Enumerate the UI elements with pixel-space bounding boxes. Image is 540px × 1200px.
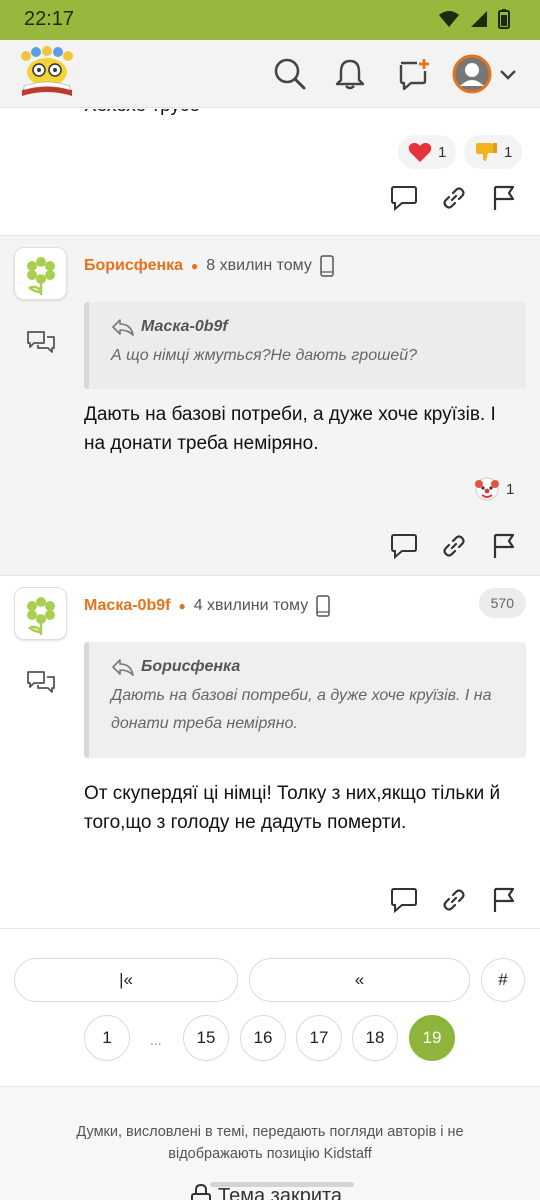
post-body-cut: Хехехе трусо bbox=[84, 109, 200, 117]
reaction-count: 1 bbox=[506, 480, 515, 498]
lock-icon bbox=[191, 1183, 211, 1200]
author-name[interactable]: Борисфенка bbox=[84, 257, 183, 275]
status-icons bbox=[438, 9, 510, 29]
app-header bbox=[0, 40, 540, 108]
search-button[interactable] bbox=[268, 52, 312, 96]
avatar[interactable] bbox=[14, 587, 67, 640]
heart-icon bbox=[408, 142, 432, 162]
quote-author[interactable]: Борисфенка bbox=[111, 658, 512, 676]
signal-icon bbox=[471, 11, 487, 27]
reaction-count: 1 bbox=[504, 143, 513, 161]
reply-arrow-icon bbox=[112, 319, 134, 336]
flower-avatar-icon bbox=[26, 256, 55, 295]
post: Маска-0b9f ● 4 хвилини тому 570 Борисфен… bbox=[0, 576, 540, 929]
post-actions bbox=[390, 184, 518, 212]
reply-button[interactable] bbox=[390, 184, 418, 212]
flower-avatar-icon bbox=[26, 596, 55, 635]
flag-icon bbox=[493, 887, 515, 912]
post-actions bbox=[390, 532, 518, 560]
online-dot: ● bbox=[191, 259, 199, 273]
notifications-button[interactable] bbox=[328, 52, 372, 96]
reaction-count: 1 bbox=[438, 143, 447, 161]
post-meta: Маска-0b9f ● 4 хвилини тому bbox=[84, 595, 330, 617]
status-bar: 22:17 bbox=[0, 0, 540, 40]
share-link-button[interactable] bbox=[440, 886, 468, 914]
gesture-handle bbox=[210, 1182, 354, 1187]
author-name[interactable]: Маска-0b9f bbox=[84, 597, 170, 615]
wifi-icon bbox=[439, 11, 459, 27]
kidstaff-logo[interactable] bbox=[16, 46, 78, 100]
comment-icon bbox=[391, 186, 417, 211]
disclaimer-text: Думки, висловлені в темі, передають погл… bbox=[76, 1124, 464, 1162]
link-icon bbox=[443, 889, 465, 911]
page-ellipsis: ... bbox=[150, 1032, 162, 1048]
post-body: Дають на базові потреби, а дуже хоче кру… bbox=[84, 404, 496, 454]
flag-icon bbox=[493, 533, 515, 558]
user-avatar-icon bbox=[452, 54, 492, 94]
quote-author[interactable]: Маска-0b9f bbox=[111, 318, 512, 336]
quote-text: Дають на базові потреби, а дуже хоче кру… bbox=[111, 687, 492, 732]
goto-page-button[interactable]: # bbox=[481, 958, 525, 1002]
report-button[interactable] bbox=[490, 532, 518, 560]
link-icon bbox=[443, 187, 465, 209]
thumbs-down-icon bbox=[476, 143, 497, 161]
bell-icon bbox=[335, 59, 365, 90]
online-dot: ● bbox=[178, 599, 186, 613]
post: Борисфенка ● 8 хвилин тому Маска-0b9f А … bbox=[0, 236, 540, 576]
reaction-heart[interactable]: 1 bbox=[398, 135, 457, 169]
clown-face-icon bbox=[475, 477, 499, 501]
post-body: От скупердяї ці німці! Толку з них,якщо … bbox=[84, 783, 501, 833]
post-number-badge[interactable]: 570 bbox=[478, 588, 526, 618]
link-icon bbox=[443, 535, 465, 557]
comment-icon bbox=[391, 888, 417, 913]
share-link-button[interactable] bbox=[440, 184, 468, 212]
avatar[interactable] bbox=[14, 247, 67, 300]
quote-block: Борисфенка Дають на базові потреби, а ду… bbox=[84, 642, 526, 758]
previous-post: Хехехе трусо 1 1 bbox=[0, 109, 540, 236]
private-message-icon[interactable] bbox=[26, 330, 56, 356]
quote-author-name: Маска-0b9f bbox=[141, 318, 228, 335]
page-number[interactable]: 16 bbox=[240, 1015, 286, 1061]
reaction-thumbs-down[interactable]: 1 bbox=[464, 135, 523, 169]
post-number-badge[interactable] bbox=[500, 248, 526, 278]
flag-icon bbox=[493, 185, 515, 210]
reply-button[interactable] bbox=[390, 886, 418, 914]
report-button[interactable] bbox=[490, 886, 518, 914]
post-time: 8 хвилин тому bbox=[206, 257, 312, 274]
new-message-icon bbox=[399, 59, 429, 91]
post-meta: Борисфенка ● 8 хвилин тому bbox=[84, 255, 334, 277]
page-number[interactable]: 15 bbox=[183, 1015, 229, 1061]
reaction-clown[interactable]: 1 bbox=[464, 472, 524, 506]
comment-icon bbox=[391, 534, 417, 559]
battery-icon bbox=[498, 9, 510, 29]
previous-page-button[interactable]: « bbox=[249, 958, 470, 1002]
new-message-button[interactable] bbox=[392, 52, 436, 96]
post-actions bbox=[390, 886, 518, 914]
search-icon bbox=[274, 58, 306, 90]
page-number[interactable]: 17 bbox=[296, 1015, 342, 1061]
report-button[interactable] bbox=[490, 184, 518, 212]
thread-content: Хехехе трусо 1 1 Борисфенка ● 8 хвилин т… bbox=[0, 109, 540, 1200]
page-number[interactable]: 1 bbox=[84, 1015, 130, 1061]
post-time: 4 хвилини тому bbox=[193, 597, 309, 614]
reply-arrow-icon bbox=[112, 659, 134, 676]
current-page[interactable]: 19 bbox=[409, 1015, 455, 1061]
reply-button[interactable] bbox=[390, 532, 418, 560]
chevron-down-icon bbox=[500, 70, 516, 80]
page-number[interactable]: 18 bbox=[352, 1015, 398, 1061]
quote-author-name: Борисфенка bbox=[141, 658, 241, 675]
share-link-button[interactable] bbox=[440, 532, 468, 560]
quote-text: А що німці жмуться?Не дають грошей? bbox=[111, 347, 418, 364]
mobile-device-icon bbox=[320, 255, 334, 277]
private-message-icon[interactable] bbox=[26, 670, 56, 696]
status-time: 22:17 bbox=[24, 8, 75, 30]
mobile-device-icon bbox=[316, 595, 330, 617]
quote-block: Маска-0b9f А що німці жмуться?Не дають г… bbox=[84, 302, 526, 389]
profile-menu-button[interactable] bbox=[452, 52, 522, 96]
first-page-button[interactable]: |« bbox=[14, 958, 238, 1002]
